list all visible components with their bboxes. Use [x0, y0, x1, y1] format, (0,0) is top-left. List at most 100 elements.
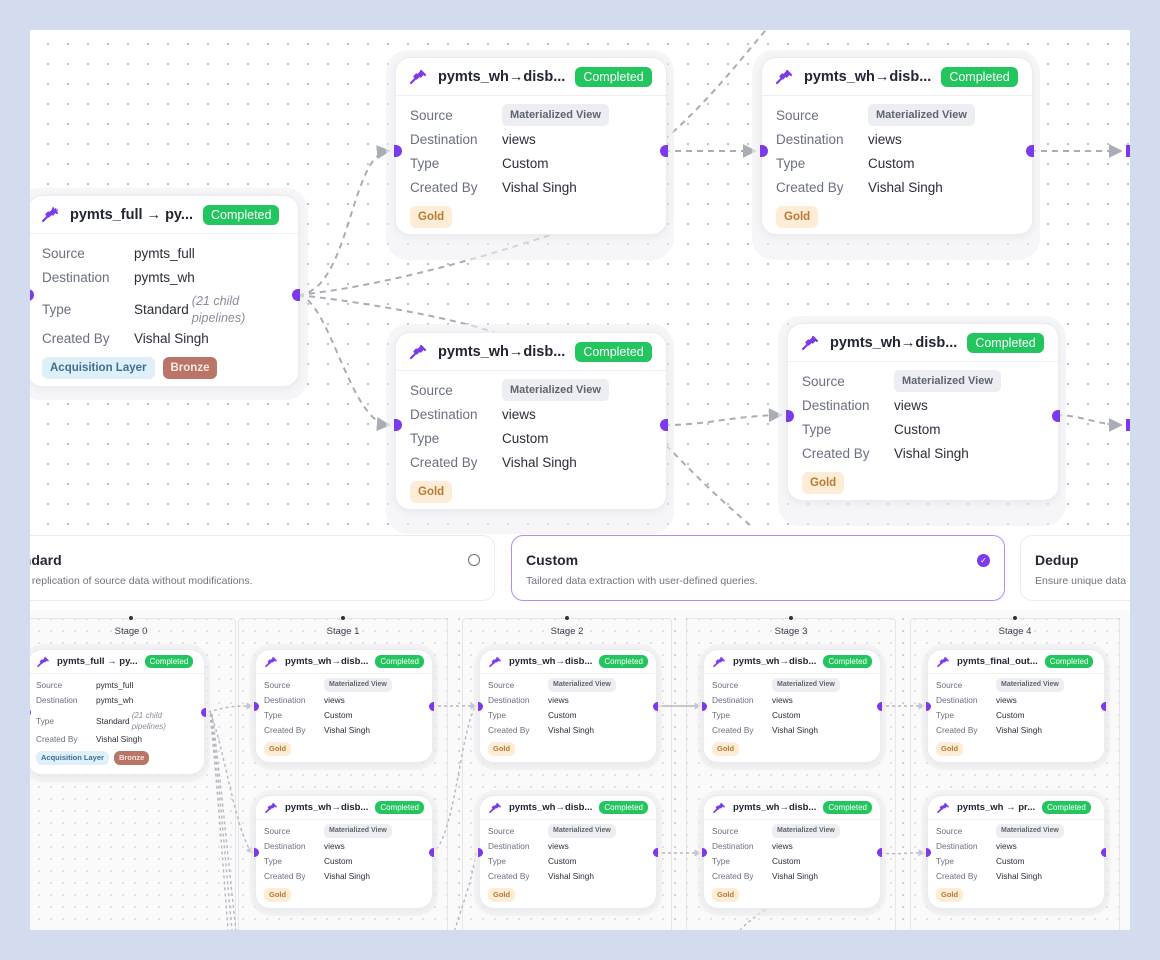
- pipeline-type-dedup[interactable]: Dedup Ensure unique data: [1020, 535, 1130, 601]
- plug-connection-icon: [936, 656, 950, 668]
- source-label: Source: [264, 826, 291, 836]
- offscreen-node-handle[interactable]: [1126, 145, 1130, 157]
- node-header: pymts_wh→disb... Completed: [480, 650, 656, 674]
- node-header: pymts_wh→disb... Completed: [704, 650, 880, 674]
- type-label: Type: [936, 710, 954, 720]
- type-value: Custom: [502, 431, 549, 446]
- source-value: Materialized View: [324, 824, 392, 838]
- output-handle[interactable]: [653, 848, 658, 857]
- plug-connection-icon: [264, 802, 278, 814]
- output-handle[interactable]: [292, 289, 300, 301]
- stage-3-node-1[interactable]: pymts_wh→disb... Completed Source Materia…: [702, 796, 882, 908]
- output-handle[interactable]: [660, 145, 668, 157]
- tag-gold: Gold: [936, 888, 964, 902]
- source-label: Source: [488, 826, 515, 836]
- stage-1-node-1[interactable]: pymts_wh→disb... Completed Source Materia…: [254, 796, 434, 908]
- check-circle-icon[interactable]: ✓: [977, 554, 990, 567]
- source-label: Source: [712, 680, 739, 690]
- output-handle[interactable]: [1101, 848, 1106, 857]
- destination-value: pymts_wh: [96, 695, 134, 705]
- destination-label: Destination: [488, 695, 530, 705]
- node-header: pymts_final_out... Completed: [928, 650, 1104, 674]
- created-by-label: Created By: [936, 725, 978, 735]
- destination-value: views: [502, 132, 536, 147]
- source-label: Source: [264, 680, 291, 690]
- created-by-label: Created By: [712, 871, 754, 881]
- pipeline-node-n1[interactable]: pymts_wh→disb... Completed Source Materia…: [394, 58, 668, 234]
- created-by-value: Vishal Singh: [772, 725, 818, 735]
- stage-4-node-0[interactable]: pymts_final_out... Completed Source Mater…: [926, 650, 1106, 762]
- node-header: pymts_wh→disb... Completed: [256, 796, 432, 820]
- source-value: Materialized View: [894, 370, 1001, 392]
- created-by-value: Vishal Singh: [772, 871, 818, 881]
- output-handle[interactable]: [429, 848, 434, 857]
- stage-title: Stage 4: [998, 626, 1032, 637]
- stage-title: Stage 2: [550, 626, 584, 637]
- output-handle[interactable]: [429, 702, 434, 711]
- stage-3-node-0[interactable]: pymts_wh→disb... Completed Source Materia…: [702, 650, 882, 762]
- destination-label: Destination: [36, 695, 78, 705]
- created-by-value: Vishal Singh: [548, 871, 594, 881]
- node-header: pymts_full → py... Completed: [30, 650, 204, 674]
- pipeline-type-standard[interactable]: andard ect replication of source data wi…: [30, 535, 495, 601]
- output-handle[interactable]: [660, 419, 668, 431]
- created-by-label: Created By: [410, 455, 478, 470]
- source-value: Materialized View: [502, 104, 609, 126]
- destination-label: Destination: [712, 695, 754, 705]
- stage-anchor-dot: [1013, 616, 1017, 620]
- created-by-label: Created By: [776, 180, 844, 195]
- pipeline-node-n3[interactable]: pymts_wh→disb... Completed Source Materia…: [394, 333, 668, 509]
- status-badge: Completed: [599, 655, 648, 668]
- created-by-value: Vishal Singh: [96, 734, 142, 744]
- pipeline-node-root[interactable]: pymts_full → py... Completed Source pymts…: [30, 196, 300, 386]
- plug-connection-icon: [488, 802, 502, 814]
- status-badge: Completed: [941, 66, 1018, 87]
- stage-title: Stage 1: [326, 626, 360, 637]
- node-title: pymts_wh → pr...: [957, 802, 1036, 813]
- pipeline-canvas-frame: pymts_full → py... Completed Source pymts…: [30, 30, 1130, 930]
- stage-1-node-0[interactable]: pymts_wh→disb... Completed Source Materia…: [254, 650, 434, 762]
- output-handle[interactable]: [653, 702, 658, 711]
- stage-0-node-0[interactable]: pymts_full → py... Completed Source pymts…: [30, 650, 206, 774]
- destination-value: views: [324, 841, 345, 851]
- output-handle[interactable]: [1101, 702, 1106, 711]
- destination-value: views: [548, 841, 569, 851]
- type-value: Custom: [772, 710, 801, 720]
- pipeline-node-n2[interactable]: pymts_wh→disb... Completed Source Materia…: [760, 58, 1034, 234]
- source-value: Materialized View: [996, 678, 1064, 692]
- output-handle[interactable]: [1052, 410, 1060, 422]
- source-value: Materialized View: [548, 824, 616, 838]
- status-badge: Completed: [823, 801, 872, 814]
- created-by-value: Vishal Singh: [996, 725, 1042, 735]
- destination-label: Destination: [712, 841, 754, 851]
- stage-4-node-1[interactable]: pymts_wh → pr... Completed Source Materia…: [926, 796, 1106, 908]
- plug-connection-icon: [800, 335, 820, 351]
- destination-label: Destination: [776, 132, 844, 147]
- output-handle[interactable]: [1026, 145, 1034, 157]
- radio-unselected-icon[interactable]: [468, 554, 480, 566]
- output-handle[interactable]: [877, 702, 882, 711]
- node-title: pymts_wh→disb...: [438, 68, 566, 85]
- tag-gold: Gold: [488, 742, 516, 756]
- status-badge: Completed: [1042, 801, 1091, 814]
- node-header: pymts_wh→disb... Completed: [256, 650, 432, 674]
- output-handle[interactable]: [201, 708, 206, 717]
- created-by-label: Created By: [712, 725, 754, 735]
- node-title: pymts_wh→disb...: [438, 343, 566, 360]
- created-by-value: Vishal Singh: [324, 725, 370, 735]
- offscreen-node-handle[interactable]: [1126, 419, 1130, 431]
- stage-2-node-0[interactable]: pymts_wh→disb... Completed Source Materia…: [478, 650, 658, 762]
- status-badge: Completed: [967, 332, 1044, 353]
- stage-2-node-1[interactable]: pymts_wh→disb... Completed Source Materia…: [478, 796, 658, 908]
- type-option-description: ect replication of source data without m…: [30, 575, 253, 587]
- type-option-title: Custom: [526, 552, 579, 568]
- node-title: pymts_wh→disb...: [285, 802, 369, 813]
- pipeline-type-custom[interactable]: Custom Tailored data extraction with use…: [511, 535, 1005, 601]
- stage-anchor-dot: [129, 616, 133, 620]
- pipeline-node-n4[interactable]: pymts_wh→disb... Completed Source Materia…: [786, 324, 1060, 500]
- tag-acquisition-layer: Acquisition Layer: [42, 357, 155, 379]
- type-value: Custom: [502, 156, 549, 171]
- output-handle[interactable]: [877, 848, 882, 857]
- source-label: Source: [36, 680, 63, 690]
- created-by-value: Vishal Singh: [134, 331, 209, 346]
